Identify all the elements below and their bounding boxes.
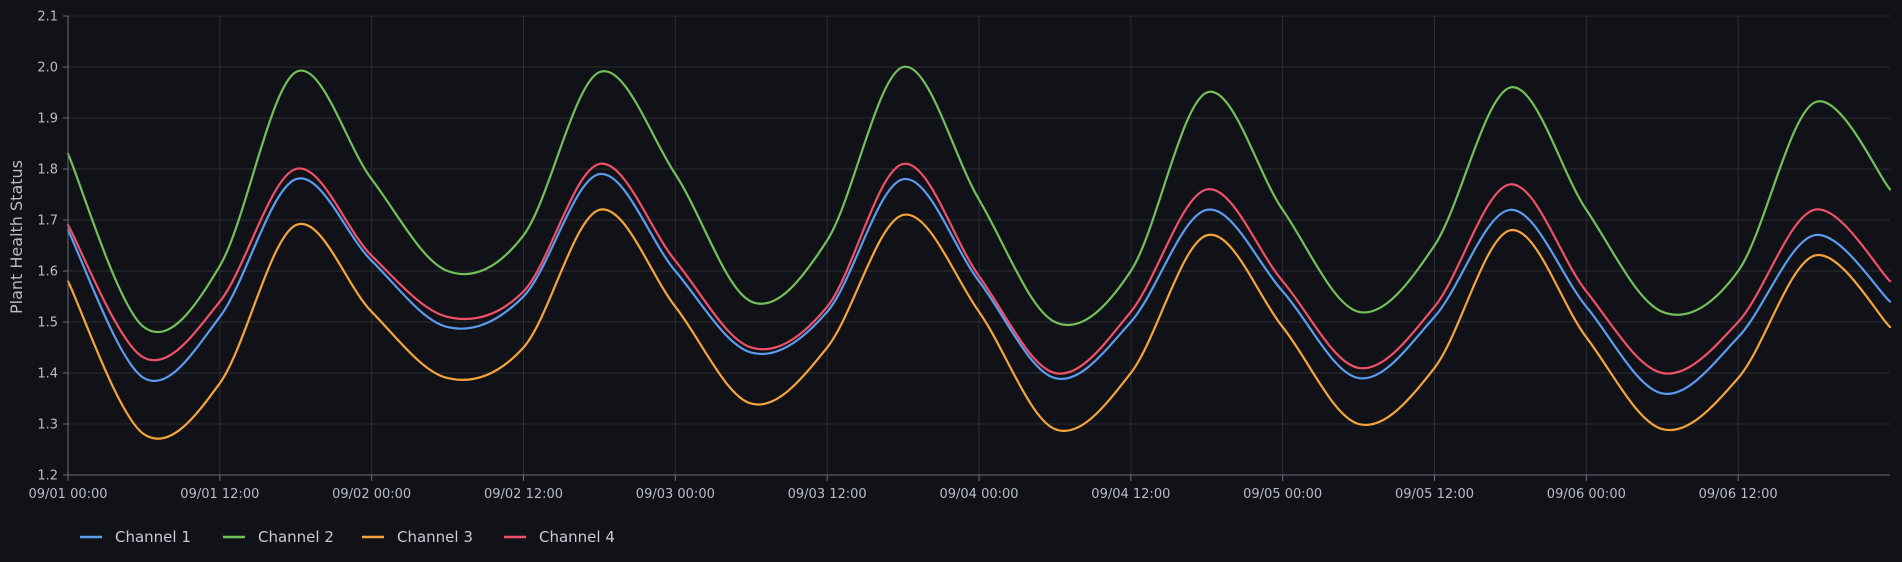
legend-item-channel-2: Channel 2: [223, 528, 334, 546]
x-tick-label: 09/02 00:00: [332, 487, 411, 502]
x-tick-label: 09/06 12:00: [1699, 487, 1778, 502]
legend-item-channel-4: Channel 4: [504, 528, 615, 546]
y-tick-label: 1.2: [37, 469, 58, 484]
y-tick-label: 1.6: [37, 265, 58, 280]
y-axis-title: Plant Health Status: [7, 160, 26, 314]
x-tick-label: 09/05 12:00: [1395, 487, 1474, 502]
x-tick-label: 09/06 00:00: [1547, 487, 1626, 502]
y-tick-label: 1.8: [37, 163, 58, 178]
x-tick-label: 09/02 12:00: [484, 487, 563, 502]
y-tick-label: 2.0: [37, 61, 58, 76]
y-tick-label: 1.7: [37, 214, 58, 229]
legend-item-channel-1: Channel 1: [80, 528, 191, 546]
x-tick-label: 09/01 12:00: [180, 487, 259, 502]
y-tick-label: 1.9: [37, 112, 58, 127]
y-tick-label: 1.5: [37, 316, 58, 331]
x-tick-label: 09/04 00:00: [939, 487, 1018, 502]
x-axis-ticks: 09/01 00:00 09/01 12:00 09/02 00:00 09/02 1…: [28, 474, 1890, 502]
legend-label: Channel 2: [258, 528, 334, 546]
legend-label: Channel 1: [115, 528, 191, 546]
line-chart: 1.2 1.3 1.4 1.5 1.6 1.7 1.8 1.9 2.0 2.1 09/01 00:…: [7, 10, 1892, 546]
legend-label: Channel 3: [397, 528, 473, 546]
grid: [67, 15, 1890, 476]
x-tick-label: 09/01 00:00: [28, 487, 107, 502]
legend-item-channel-3: Channel 3: [362, 528, 473, 546]
y-tick-label: 1.4: [37, 367, 58, 382]
x-tick-label: 09/03 12:00: [788, 487, 867, 502]
y-tick-label: 1.3: [37, 418, 58, 433]
y-axis-ticks: 1.2 1.3 1.4 1.5 1.6 1.7 1.8 1.9 2.0 2.1: [37, 10, 69, 484]
x-tick-label: 09/05 00:00: [1243, 487, 1322, 502]
x-tick-label: 09/03 00:00: [636, 487, 715, 502]
x-tick-label: 09/04 12:00: [1091, 487, 1170, 502]
legend-label: Channel 4: [539, 528, 615, 546]
legend: Channel 1 Channel 2 Channel 3 Channel 4: [80, 528, 615, 546]
y-tick-label: 2.1: [37, 10, 58, 25]
